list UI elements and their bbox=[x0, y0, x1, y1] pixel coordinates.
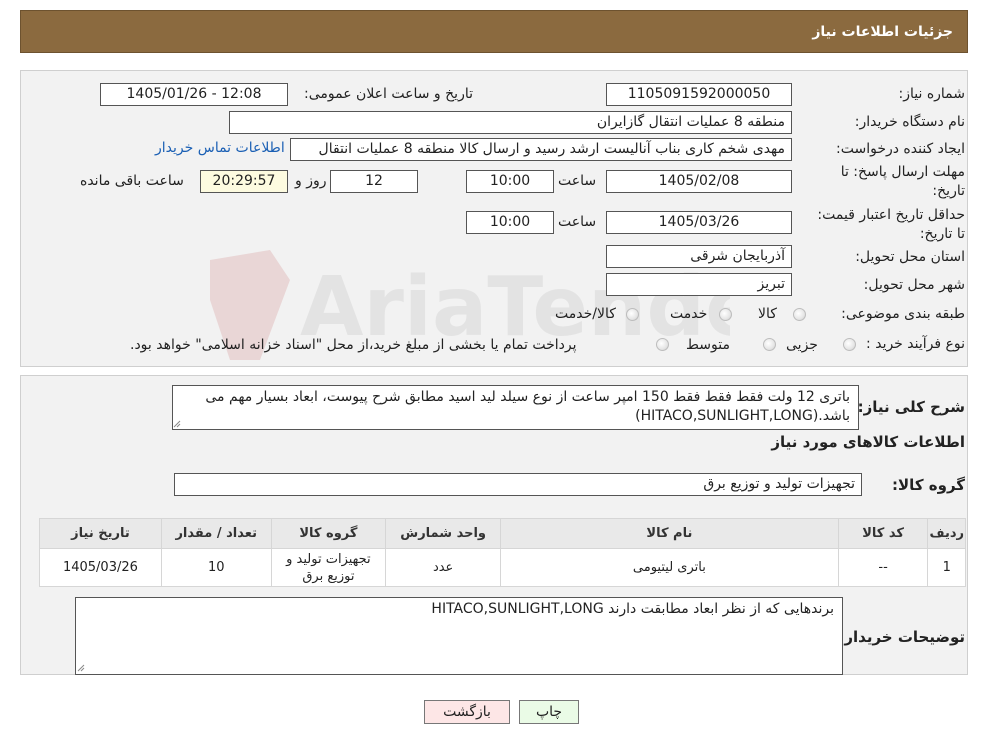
purchase-small-label: جزیی bbox=[786, 337, 818, 353]
col-header-quantity: تعداد / مقدار bbox=[160, 518, 272, 549]
remaining-time-field: 20:29:57 bbox=[200, 170, 288, 193]
city-label: شهر محل تحویل: bbox=[863, 277, 965, 293]
col-header-date: تاریخ نیاز bbox=[39, 518, 162, 549]
city-field: تبریز bbox=[606, 273, 792, 296]
treasury-note: پرداخت تمام یا بخشی از مبلغ خرید،از محل … bbox=[130, 337, 577, 353]
reply-deadline-time: 10:00 bbox=[466, 170, 554, 193]
category-goods-service-label: کالا/خدمت bbox=[555, 306, 616, 322]
price-validity-date: 1405/03/26 bbox=[606, 211, 792, 234]
cell-code: -- bbox=[837, 548, 929, 587]
price-validity-time: 10:00 bbox=[466, 211, 554, 234]
reply-deadline-label: مهلت ارسال پاسخ: تا تاریخ: bbox=[840, 164, 965, 199]
buyer-notes-label: توضیحات خریدار: bbox=[838, 628, 965, 646]
category-service-radio[interactable] bbox=[719, 308, 732, 321]
items-table: ردیف کد کالا نام کالا واحد شمارش گروه کا… bbox=[39, 518, 966, 587]
col-header-name: نام کالا bbox=[500, 518, 839, 549]
treasury-checkbox[interactable] bbox=[656, 338, 669, 351]
need-number-label: شماره نیاز: bbox=[898, 86, 966, 102]
goods-section-title: اطلاعات کالاهای مورد نیاز bbox=[771, 433, 965, 451]
category-goods-service-radio[interactable] bbox=[626, 308, 639, 321]
buyer-notes-textarea[interactable]: برندهایی که از نظر ابعاد مطابقت دارند HI… bbox=[75, 597, 843, 675]
price-validity-time-label: ساعت bbox=[558, 214, 597, 230]
purchase-type-label: نوع فرآیند خرید : bbox=[866, 336, 965, 352]
reply-days-label: روز و bbox=[295, 173, 327, 189]
col-header-row-number: ردیف bbox=[927, 518, 966, 549]
description-label: شرح کلی نیاز: bbox=[857, 398, 965, 416]
print-button[interactable]: چاپ bbox=[519, 700, 579, 724]
back-button[interactable]: بازگشت bbox=[424, 700, 510, 724]
province-field: آذربایجان شرقی bbox=[606, 245, 792, 268]
requester-label: ایجاد کننده درخواست: bbox=[836, 141, 965, 157]
cell-unit: عدد bbox=[385, 548, 501, 587]
category-label: طبقه بندی موضوعی: bbox=[841, 306, 965, 322]
category-service-label: خدمت bbox=[670, 306, 708, 322]
items-table-wrapper: ردیف کد کالا نام کالا واحد شمارش گروه کا… bbox=[39, 518, 966, 587]
price-validity-label: حداقل تاریخ اعتبار قیمت: تا تاریخ: bbox=[817, 207, 965, 242]
col-header-group: گروه کالا bbox=[270, 518, 387, 549]
announce-datetime-label: تاریخ و ساعت اعلان عمومی: bbox=[304, 86, 473, 102]
buyer-org-field: منطقه 8 عملیات انتقال گازایران bbox=[229, 111, 792, 134]
announce-datetime-field: 1405/01/26 - 12:08 bbox=[100, 83, 288, 106]
purchase-medium-label: متوسط bbox=[686, 337, 730, 353]
cell-name: باتری لیتیومی bbox=[500, 548, 839, 587]
col-header-unit: واحد شمارش bbox=[385, 518, 501, 549]
cell-row-number: 1 bbox=[927, 548, 966, 587]
page-header: جزئيات اطلاعات نیاز bbox=[20, 10, 968, 53]
cell-quantity: 10 bbox=[160, 548, 272, 587]
buyer-contact-link[interactable]: اطلاعات تماس خریدار bbox=[155, 140, 285, 156]
buyer-org-label: نام دستگاه خريدار: bbox=[854, 114, 965, 130]
category-goods-radio[interactable] bbox=[793, 308, 806, 321]
category-goods-label: کالا bbox=[758, 306, 777, 322]
goods-group-label: گروه کالا: bbox=[892, 476, 965, 494]
purchase-medium-radio[interactable] bbox=[763, 338, 776, 351]
need-number-field: 1105091592000050 bbox=[606, 83, 792, 106]
requester-field: مهدی شخم کاری بناب آنالیست ارشد رسید و ا… bbox=[290, 138, 792, 161]
buyer-notes-text: برندهایی که از نظر ابعاد مطابقت دارند HI… bbox=[431, 601, 834, 617]
col-header-code: کد کالا bbox=[837, 518, 929, 549]
table-row: 1 -- باتری لیتیومی عدد تجهیزات تولید و ت… bbox=[39, 548, 966, 587]
resize-grip-icon[interactable] bbox=[173, 420, 181, 428]
goods-group-field: تجهیزات تولید و توزیع برق bbox=[174, 473, 862, 496]
resize-grip-icon[interactable] bbox=[77, 664, 85, 672]
description-text: باتری 12 ولت فقط فقط فقط 150 امپر ساعت ا… bbox=[205, 389, 850, 424]
reply-time-label: ساعت bbox=[558, 173, 597, 189]
reply-deadline-date: 1405/02/08 bbox=[606, 170, 792, 193]
description-textarea[interactable]: باتری 12 ولت فقط فقط فقط 150 امپر ساعت ا… bbox=[172, 385, 859, 430]
cell-date: 1405/03/26 bbox=[39, 548, 162, 587]
province-label: استان محل تحویل: bbox=[855, 249, 965, 265]
remaining-time-label: ساعت باقی مانده bbox=[80, 173, 184, 189]
page-title: جزئيات اطلاعات نیاز bbox=[812, 24, 953, 40]
reply-days-field: 12 bbox=[330, 170, 418, 193]
table-header-row: ردیف کد کالا نام کالا واحد شمارش گروه کا… bbox=[39, 518, 966, 549]
purchase-small-radio[interactable] bbox=[843, 338, 856, 351]
cell-group: تجهیزات تولید و توزیع برق bbox=[270, 548, 387, 587]
